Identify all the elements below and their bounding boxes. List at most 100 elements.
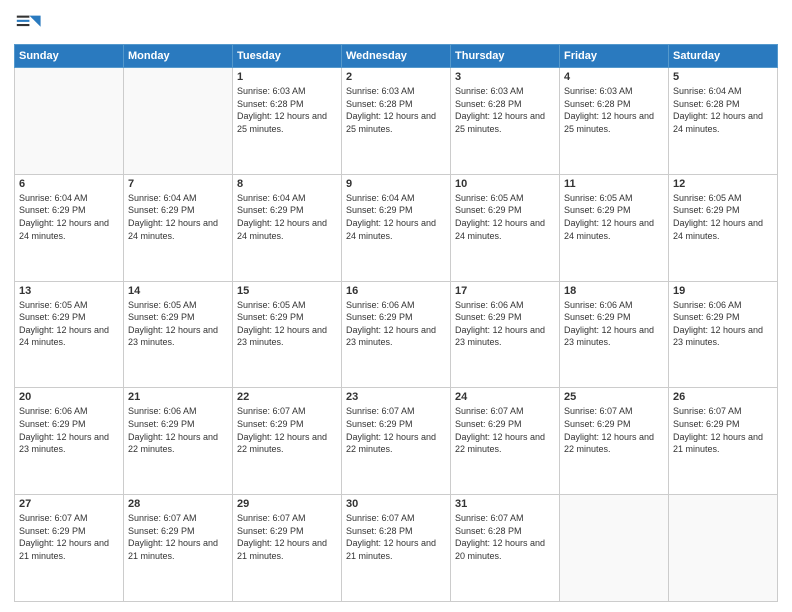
calendar-table: SundayMondayTuesdayWednesdayThursdayFrid… [14, 44, 778, 602]
weekday-wednesday: Wednesday [342, 45, 451, 68]
day-number: 8 [237, 178, 337, 190]
day-cell: 25Sunrise: 6:07 AM Sunset: 6:29 PM Dayli… [560, 388, 669, 495]
day-number: 16 [346, 285, 446, 297]
day-number: 30 [346, 498, 446, 510]
day-info: Sunrise: 6:06 AM Sunset: 6:29 PM Dayligh… [564, 299, 664, 349]
day-number: 6 [19, 178, 119, 190]
day-info: Sunrise: 6:03 AM Sunset: 6:28 PM Dayligh… [237, 85, 337, 135]
day-info: Sunrise: 6:05 AM Sunset: 6:29 PM Dayligh… [128, 299, 228, 349]
day-number: 28 [128, 498, 228, 510]
day-cell [124, 68, 233, 175]
day-number: 14 [128, 285, 228, 297]
day-number: 10 [455, 178, 555, 190]
day-number: 4 [564, 71, 664, 83]
day-number: 1 [237, 71, 337, 83]
day-number: 15 [237, 285, 337, 297]
day-info: Sunrise: 6:05 AM Sunset: 6:29 PM Dayligh… [564, 192, 664, 242]
day-cell: 23Sunrise: 6:07 AM Sunset: 6:29 PM Dayli… [342, 388, 451, 495]
day-info: Sunrise: 6:04 AM Sunset: 6:29 PM Dayligh… [346, 192, 446, 242]
weekday-thursday: Thursday [451, 45, 560, 68]
logo-icon [14, 10, 42, 38]
day-cell: 13 Sunrise: 6:05 AM Sunset: 6:29 PM Dayli… [15, 281, 124, 388]
weekday-monday: Monday [124, 45, 233, 68]
week-row-1: 6 Sunrise: 6:04 AM Sunset: 6:29 PM Daylig… [15, 174, 778, 281]
header [14, 10, 778, 38]
day-number: 12 [673, 178, 773, 190]
day-number: 21 [128, 391, 228, 403]
day-info: Sunrise: 6:06 AM Sunset: 6:29 PM Dayligh… [19, 405, 119, 455]
day-cell: 18 Sunrise: 6:06 AM Sunset: 6:29 PM Dayli… [560, 281, 669, 388]
day-cell: 3 Sunrise: 6:03 AM Sunset: 6:28 PM Daylig… [451, 68, 560, 175]
day-info: Sunrise: 6:06 AM Sunset: 6:29 PM Dayligh… [128, 405, 228, 455]
day-cell: 30 Sunrise: 6:07 AM Sunset: 6:28 PM Dayli… [342, 495, 451, 602]
day-info: Sunrise: 6:05 AM Sunset: 6:29 PM Dayligh… [455, 192, 555, 242]
weekday-friday: Friday [560, 45, 669, 68]
day-cell: 12 Sunrise: 6:05 AM Sunset: 6:29 PM Dayli… [669, 174, 778, 281]
day-info: Sunrise: 6:04 AM Sunset: 6:28 PM Dayligh… [673, 85, 773, 135]
day-number: 20 [19, 391, 119, 403]
day-cell: 2 Sunrise: 6:03 AM Sunset: 6:28 PM Daylig… [342, 68, 451, 175]
day-number: 27 [19, 498, 119, 510]
day-info: Sunrise: 6:04 AM Sunset: 6:29 PM Dayligh… [128, 192, 228, 242]
logo [14, 10, 46, 38]
day-cell: 20 Sunrise: 6:06 AM Sunset: 6:29 PM Dayli… [15, 388, 124, 495]
week-row-3: 20 Sunrise: 6:06 AM Sunset: 6:29 PM Dayli… [15, 388, 778, 495]
week-row-0: 1 Sunrise: 6:03 AM Sunset: 6:28 PM Daylig… [15, 68, 778, 175]
day-info: Sunrise: 6:06 AM Sunset: 6:29 PM Dayligh… [673, 299, 773, 349]
day-cell [560, 495, 669, 602]
day-cell: 16Sunrise: 6:06 AM Sunset: 6:29 PM Dayli… [342, 281, 451, 388]
day-cell: 10 Sunrise: 6:05 AM Sunset: 6:29 PM Dayli… [451, 174, 560, 281]
day-cell: 7Sunrise: 6:04 AM Sunset: 6:29 PM Daylig… [124, 174, 233, 281]
day-info: Sunrise: 6:07 AM Sunset: 6:29 PM Dayligh… [237, 512, 337, 562]
day-info: Sunrise: 6:05 AM Sunset: 6:29 PM Dayligh… [237, 299, 337, 349]
day-number: 24 [455, 391, 555, 403]
day-info: Sunrise: 6:07 AM Sunset: 6:28 PM Dayligh… [346, 512, 446, 562]
weekday-header-row: SundayMondayTuesdayWednesdayThursdayFrid… [15, 45, 778, 68]
day-cell: 9Sunrise: 6:04 AM Sunset: 6:29 PM Daylig… [342, 174, 451, 281]
day-cell: 29 Sunrise: 6:07 AM Sunset: 6:29 PM Dayli… [233, 495, 342, 602]
day-number: 11 [564, 178, 664, 190]
weekday-tuesday: Tuesday [233, 45, 342, 68]
day-number: 26 [673, 391, 773, 403]
weekday-saturday: Saturday [669, 45, 778, 68]
day-number: 2 [346, 71, 446, 83]
day-cell: 31Sunrise: 6:07 AM Sunset: 6:28 PM Dayli… [451, 495, 560, 602]
day-info: Sunrise: 6:07 AM Sunset: 6:29 PM Dayligh… [237, 405, 337, 455]
day-info: Sunrise: 6:07 AM Sunset: 6:29 PM Dayligh… [19, 512, 119, 562]
day-cell: 19 Sunrise: 6:06 AM Sunset: 6:29 PM Dayli… [669, 281, 778, 388]
day-number: 17 [455, 285, 555, 297]
day-info: Sunrise: 6:07 AM Sunset: 6:29 PM Dayligh… [128, 512, 228, 562]
day-number: 5 [673, 71, 773, 83]
day-cell: 21 Sunrise: 6:06 AM Sunset: 6:29 PM Dayli… [124, 388, 233, 495]
day-number: 3 [455, 71, 555, 83]
day-info: Sunrise: 6:04 AM Sunset: 6:29 PM Dayligh… [237, 192, 337, 242]
day-info: Sunrise: 6:07 AM Sunset: 6:29 PM Dayligh… [346, 405, 446, 455]
day-cell: 14 Sunrise: 6:05 AM Sunset: 6:29 PM Dayli… [124, 281, 233, 388]
day-number: 25 [564, 391, 664, 403]
week-row-2: 13 Sunrise: 6:05 AM Sunset: 6:29 PM Dayli… [15, 281, 778, 388]
day-cell: 22 Sunrise: 6:07 AM Sunset: 6:29 PM Dayli… [233, 388, 342, 495]
day-number: 18 [564, 285, 664, 297]
day-info: Sunrise: 6:06 AM Sunset: 6:29 PM Dayligh… [455, 299, 555, 349]
day-cell: 15 Sunrise: 6:05 AM Sunset: 6:29 PM Dayli… [233, 281, 342, 388]
weekday-sunday: Sunday [15, 45, 124, 68]
day-cell: 17 Sunrise: 6:06 AM Sunset: 6:29 PM Dayli… [451, 281, 560, 388]
day-cell: 28 Sunrise: 6:07 AM Sunset: 6:29 PM Dayli… [124, 495, 233, 602]
day-info: Sunrise: 6:04 AM Sunset: 6:29 PM Dayligh… [19, 192, 119, 242]
day-cell: 24 Sunrise: 6:07 AM Sunset: 6:29 PM Dayli… [451, 388, 560, 495]
day-cell: 27 Sunrise: 6:07 AM Sunset: 6:29 PM Dayli… [15, 495, 124, 602]
day-info: Sunrise: 6:03 AM Sunset: 6:28 PM Dayligh… [455, 85, 555, 135]
day-number: 31 [455, 498, 555, 510]
week-row-4: 27 Sunrise: 6:07 AM Sunset: 6:29 PM Dayli… [15, 495, 778, 602]
day-info: Sunrise: 6:03 AM Sunset: 6:28 PM Dayligh… [346, 85, 446, 135]
day-info: Sunrise: 6:07 AM Sunset: 6:29 PM Dayligh… [455, 405, 555, 455]
day-info: Sunrise: 6:05 AM Sunset: 6:29 PM Dayligh… [673, 192, 773, 242]
day-cell: 5 Sunrise: 6:04 AM Sunset: 6:28 PM Daylig… [669, 68, 778, 175]
day-cell: 6 Sunrise: 6:04 AM Sunset: 6:29 PM Daylig… [15, 174, 124, 281]
day-number: 29 [237, 498, 337, 510]
day-info: Sunrise: 6:03 AM Sunset: 6:28 PM Dayligh… [564, 85, 664, 135]
day-info: Sunrise: 6:05 AM Sunset: 6:29 PM Dayligh… [19, 299, 119, 349]
day-number: 13 [19, 285, 119, 297]
day-number: 19 [673, 285, 773, 297]
day-number: 22 [237, 391, 337, 403]
